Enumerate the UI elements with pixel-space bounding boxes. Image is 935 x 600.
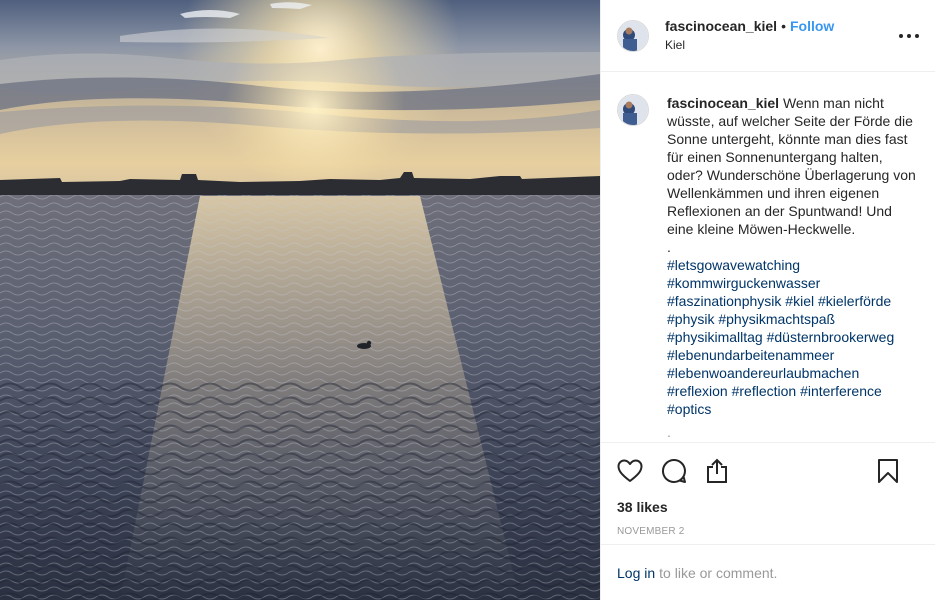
- post-modal: fascinocean_kiel • Follow Kiel fascinocean…: [0, 0, 935, 600]
- follow-button[interactable]: Follow: [790, 18, 834, 34]
- caption-area: fascinocean_kiel Wenn man nicht wüsste, …: [601, 72, 935, 442]
- location-link[interactable]: Kiel: [665, 36, 834, 54]
- caption-body: Wenn man nicht wüsste, auf welcher Seite…: [667, 95, 916, 237]
- likes-count[interactable]: 38 likes: [601, 498, 935, 516]
- header-text: fascinocean_kiel • Follow Kiel: [665, 17, 834, 54]
- login-prompt: Log in to like or comment.: [601, 544, 935, 600]
- caption-text: fascinocean_kiel Wenn man nicht wüsste, …: [667, 94, 919, 442]
- avatar-image: [618, 95, 648, 125]
- hashtag[interactable]: #reflection: [732, 383, 797, 399]
- hashtag[interactable]: #kielerförde: [818, 293, 891, 309]
- comment-icon[interactable]: [661, 457, 689, 485]
- more-options-icon[interactable]: [899, 26, 919, 46]
- hashtag[interactable]: #düsternbrookerweg: [767, 329, 895, 345]
- hashtags: #letsgowavewatching #kommwirguckenwasser…: [667, 257, 894, 417]
- hashtag[interactable]: #physik: [667, 311, 714, 327]
- overflow-dot: .: [667, 424, 671, 440]
- post-photo[interactable]: [0, 0, 600, 600]
- hashtag[interactable]: #kiel: [785, 293, 814, 309]
- hashtag[interactable]: #physikmachtspaß: [718, 311, 835, 327]
- caption-avatar[interactable]: [617, 94, 649, 126]
- login-link[interactable]: Log in: [617, 565, 655, 581]
- username-link[interactable]: fascinocean_kiel: [665, 18, 777, 34]
- hashtag[interactable]: #lebenundarbeitenammeer: [667, 347, 834, 363]
- avatar[interactable]: [617, 19, 649, 52]
- caption-username[interactable]: fascinocean_kiel: [667, 95, 779, 111]
- caption-dot-line: .: [667, 239, 671, 255]
- post-side-panel: fascinocean_kiel • Follow Kiel fascinocean…: [600, 0, 935, 600]
- hashtag[interactable]: #letsgowavewatching: [667, 257, 800, 273]
- hashtag[interactable]: #reflexion: [667, 383, 728, 399]
- sunset-sea-image: [0, 0, 600, 600]
- hashtag[interactable]: #faszinationphysik: [667, 293, 781, 309]
- action-bar: [601, 442, 935, 498]
- heart-icon[interactable]: [617, 457, 645, 485]
- hashtag[interactable]: #physikimalltag: [667, 329, 763, 345]
- bookmark-icon[interactable]: [877, 457, 905, 485]
- avatar-image: [618, 20, 648, 51]
- post-date: NOVEMBER 2: [617, 526, 685, 537]
- hashtag[interactable]: #interference: [800, 383, 882, 399]
- hashtag[interactable]: #kommwirguckenwasser: [667, 275, 820, 291]
- hashtag[interactable]: #optics: [667, 401, 711, 417]
- login-prompt-text: to like or comment.: [659, 564, 778, 581]
- separator-dot: •: [781, 18, 786, 34]
- hashtag[interactable]: #lebenwoandereurlaubmachen: [667, 365, 859, 381]
- share-icon[interactable]: [705, 457, 733, 485]
- post-header: fascinocean_kiel • Follow Kiel: [601, 0, 935, 72]
